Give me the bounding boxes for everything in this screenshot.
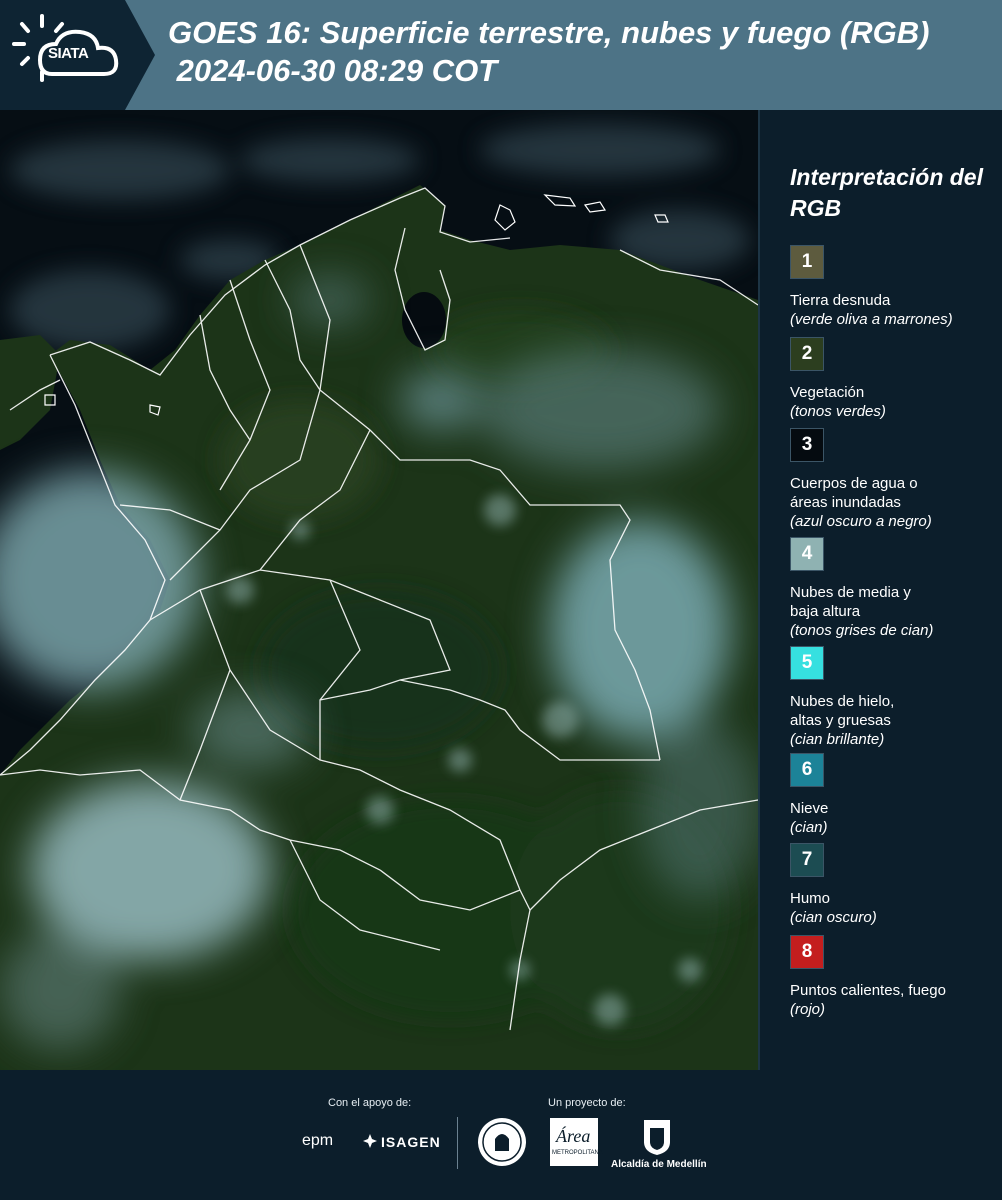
legend-item-label: Nubes de media y baja altura bbox=[790, 584, 911, 620]
area-logo-text: Área bbox=[556, 1126, 591, 1146]
legend-item: 4 Nubes de media y baja altura (tonos gris… bbox=[790, 537, 1000, 640]
legend-item-label: Tierra desnuda bbox=[790, 292, 891, 309]
title-line-1: GOES 16: Superficie terrestre, nubes y f… bbox=[168, 15, 930, 50]
medellin-crest-icon bbox=[644, 1120, 670, 1155]
legend-item: 1 Tierra desnuda (verde oliva a marrones) bbox=[790, 245, 1000, 329]
legend-swatch: 4 bbox=[790, 537, 824, 571]
project-caption: Un proyecto de: bbox=[548, 1097, 626, 1109]
alcaldia-logo-text: Alcaldía de Medellín bbox=[611, 1159, 707, 1170]
legend-item-note: (tonos grises de cian) bbox=[790, 622, 934, 639]
university-seal-icon bbox=[478, 1118, 526, 1166]
legend-item-label: Nieve bbox=[790, 800, 829, 817]
legend-item-note: (tonos verdes) bbox=[790, 403, 886, 420]
legend-item-label: Vegetación bbox=[790, 384, 865, 401]
legend-item-note: (verde oliva a marrones) bbox=[790, 311, 953, 328]
legend-swatch: 2 bbox=[790, 337, 824, 371]
title-line-2: 2024-06-30 08:29 COT bbox=[168, 53, 498, 88]
legend-item-label: Cuerpos de agua o áreas inundadas bbox=[790, 475, 918, 511]
legend-item-label: Nubes de hielo, altas y gruesas bbox=[790, 693, 895, 729]
rgb-legend: Interpretación del RGB 1 Tierra desnuda (v… bbox=[758, 110, 1002, 1070]
legend-item: 5 Nubes de hielo, altas y gruesas (cian br… bbox=[790, 646, 1000, 749]
legend-swatch: 5 bbox=[790, 646, 824, 680]
support-caption: Con el apoyo de: bbox=[328, 1097, 412, 1109]
satellite-map bbox=[0, 110, 758, 1070]
area-metropolitana-logo: Área METROPOLITANA bbox=[550, 1118, 603, 1166]
lake-maracaibo bbox=[402, 292, 446, 348]
satellite-image bbox=[0, 110, 758, 1070]
legend-item-note: (cian oscuro) bbox=[790, 909, 877, 926]
legend-swatch: 6 bbox=[790, 753, 824, 787]
footer: Con el apoyo de: Un proyecto de: epm ISA… bbox=[0, 1070, 1002, 1200]
legend-item-note: (cian brillante) bbox=[790, 731, 885, 748]
legend-swatch: 8 bbox=[790, 935, 824, 969]
logo-panel-arrow bbox=[125, 0, 155, 110]
legend-item: 3 Cuerpos de agua o áreas inundadas (azul … bbox=[790, 428, 1000, 531]
legend-item-label: Puntos calientes, fuego bbox=[790, 982, 946, 999]
legend-swatch: 3 bbox=[790, 428, 824, 462]
legend-swatch: 1 bbox=[790, 245, 824, 279]
header-bar: SIATA GOES 16: Superficie terrestre, nub… bbox=[0, 0, 1002, 110]
page-title: GOES 16: Superficie terrestre, nubes y f… bbox=[168, 14, 929, 90]
legend-item-label: Humo bbox=[790, 890, 831, 907]
legend-item: 6 Nieve (cian) bbox=[790, 753, 1000, 837]
legend-item-note: (rojo) bbox=[790, 1001, 826, 1018]
area-logo-subtext: METROPOLITANA bbox=[552, 1150, 603, 1156]
legend-item: 8 Puntos calientes, fuego (rojo) bbox=[790, 935, 1000, 1019]
legend-item: 2 Vegetación (tonos verdes) bbox=[790, 337, 1000, 421]
epm-logo: epm bbox=[302, 1132, 334, 1149]
isagen-logo-icon bbox=[363, 1134, 377, 1148]
legend-swatch: 7 bbox=[790, 843, 824, 877]
logo-text: SIATA bbox=[48, 45, 89, 62]
legend-item-note: (azul oscuro a negro) bbox=[790, 513, 932, 530]
footer-divider bbox=[457, 1117, 458, 1169]
legend-item: 7 Humo (cian oscuro) bbox=[790, 843, 1000, 927]
legend-item-note: (cian) bbox=[790, 819, 828, 836]
isagen-logo: ISAGEN bbox=[381, 1134, 441, 1150]
legend-title: Interpretación del RGB bbox=[790, 164, 983, 221]
